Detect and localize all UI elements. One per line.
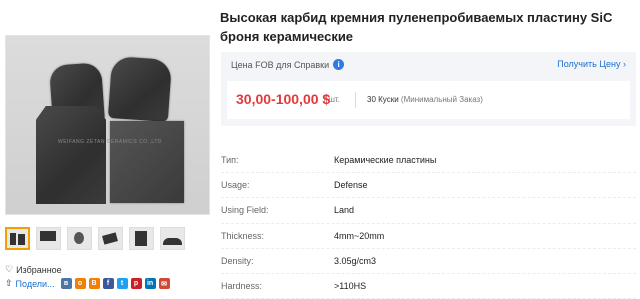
- product-title: Высокая карбид кремния пуленепробиваемых…: [220, 10, 613, 44]
- moq-value: 30 Куски: [367, 95, 399, 104]
- favorite-label: Избранное: [16, 264, 62, 275]
- armor-plate-image: [110, 121, 184, 203]
- price-header: Цена FOB для Справки i: [231, 59, 345, 70]
- thumbnail-shape: [135, 231, 147, 246]
- spec-value: Керамические пластины: [334, 155, 437, 165]
- price-range: 30,00-100,00 $: [236, 91, 331, 107]
- pinterest-icon[interactable]: p: [130, 278, 142, 289]
- minimum-order: 30 Куски (Минимальный Заказ): [367, 95, 483, 104]
- email-icon[interactable]: ✉: [158, 278, 170, 289]
- facebook-icon[interactable]: f: [102, 278, 114, 289]
- spec-key: Density:: [221, 255, 254, 266]
- price-unit: / шт.: [324, 95, 340, 104]
- price-header-label: Цена FOB для Справки: [231, 59, 330, 70]
- thumbnail-shape: [74, 232, 84, 244]
- thumbnail-shape: [40, 231, 56, 241]
- favorite-button[interactable]: ♡ Избранное: [5, 264, 62, 275]
- spec-row: Density: 3.05g/cm3: [221, 249, 636, 274]
- armor-plate-image: [36, 106, 106, 204]
- thumbnail-shape: [163, 238, 182, 245]
- image-watermark: WEIFANG ZETAN CERAMICS CO.,LTD: [58, 139, 162, 145]
- share-icon: ⇧: [5, 278, 13, 288]
- divider: [355, 92, 356, 108]
- share-bar: ⇧ Подели... в о B f t p in ✉: [5, 278, 170, 289]
- spec-key: Thickness:: [221, 230, 265, 241]
- spec-value: >110HS: [334, 280, 367, 291]
- get-price-link[interactable]: Получить Цену ›: [557, 59, 626, 69]
- twitter-icon[interactable]: t: [116, 278, 128, 289]
- armor-plate-image: [107, 55, 173, 123]
- spec-key: Usage:: [221, 180, 250, 191]
- get-price-label: Получить Цену: [557, 59, 621, 69]
- blogger-icon[interactable]: B: [88, 278, 100, 289]
- thumbnail-4[interactable]: [98, 227, 123, 250]
- info-icon[interactable]: i: [333, 59, 345, 70]
- heart-icon: ♡: [5, 264, 14, 274]
- chevron-right-icon: ›: [623, 59, 626, 69]
- main-product-image[interactable]: WEIFANG ZETAN CERAMICS CO.,LTD ⊕: [5, 35, 210, 215]
- thumbnail-6[interactable]: [160, 227, 185, 250]
- spec-row: Hardness: >110HS: [221, 274, 636, 299]
- spec-value: Land: [334, 205, 355, 216]
- thumbnail-2[interactable]: [36, 227, 61, 250]
- vk-icon[interactable]: в: [60, 278, 72, 289]
- spec-key: Hardness:: [221, 280, 263, 291]
- thumbnail-shape: [10, 233, 16, 245]
- price-card: 30,00-100,00 $ / шт. 30 Куски (Минимальн…: [227, 81, 630, 119]
- thumbnail-shape: [18, 234, 25, 245]
- spec-value: 3.05g/cm3: [334, 255, 377, 266]
- spec-row: Thickness: 4mm~20mm: [221, 224, 636, 249]
- thumbnail-strip: [5, 227, 185, 250]
- spec-row: Using Field: Land: [221, 198, 636, 224]
- moq-note: (Минимальный Заказ): [400, 95, 483, 104]
- odnoklassniki-icon[interactable]: о: [74, 278, 86, 289]
- product-gallery: WEIFANG ZETAN CERAMICS CO.,LTD ⊕ ♡ Избра…: [0, 0, 212, 291]
- spec-value: Defense: [334, 180, 368, 191]
- thumbnail-1[interactable]: [5, 227, 30, 250]
- linkedin-icon[interactable]: in: [144, 278, 156, 289]
- thumbnail-3[interactable]: [67, 227, 92, 250]
- thumbnail-shape: [102, 232, 118, 245]
- spec-key: Using Field:: [221, 205, 269, 216]
- spec-table: Тип: Керамические пластины Usage: Defens…: [221, 148, 636, 299]
- thumbnail-5[interactable]: [129, 227, 154, 250]
- spec-row: Usage: Defense: [221, 173, 636, 199]
- share-label[interactable]: Подели...: [16, 279, 55, 289]
- price-panel: Цена FOB для Справки i Получить Цену › 3…: [221, 52, 636, 126]
- spec-row: Тип: Керамические пластины: [221, 148, 636, 174]
- spec-value: 4mm~20mm: [334, 230, 385, 241]
- spec-key: Тип:: [221, 155, 239, 165]
